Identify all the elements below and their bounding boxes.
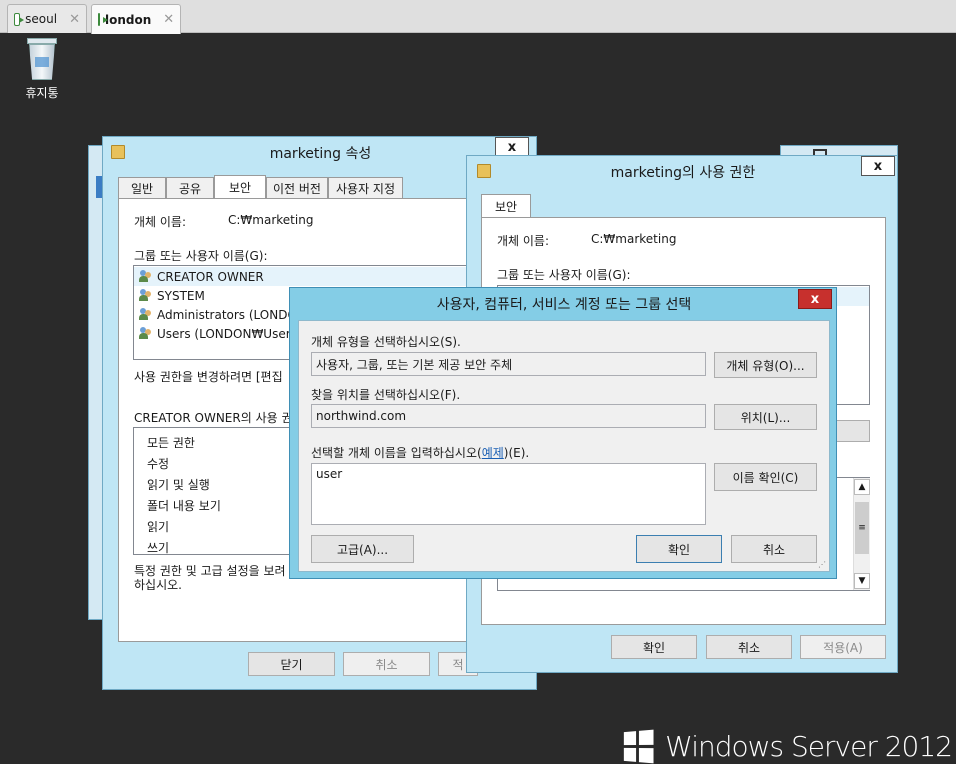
scroll-up-icon[interactable]: ▲ (854, 479, 870, 495)
permission-item: 읽기 (147, 520, 170, 534)
user-group-icon (139, 289, 154, 302)
object-names-label: 선택할 개체 이름을 입력하십시오(예제)(E). (311, 444, 529, 461)
tab-general[interactable]: 일반 (118, 177, 166, 199)
logo-text: Windows Server 2012 (665, 730, 953, 763)
cancel-button[interactable]: 취소 (343, 652, 430, 676)
permission-item: 쓰기 (147, 541, 170, 555)
list-item[interactable]: SYSTEM (139, 289, 205, 303)
tab-security[interactable]: 보안 (481, 194, 531, 218)
dialog-title: marketing의 사용 권한 (610, 165, 756, 181)
user-name: CREATOR OWNER (157, 270, 264, 284)
user-group-icon (139, 327, 154, 340)
scroll-down-icon[interactable]: ▼ (854, 573, 870, 589)
object-type-label: 개체 유형을 선택하십시오(S). (311, 335, 461, 349)
vm-icon (98, 13, 108, 26)
location-label: 찾을 위치를 선택하십시오(F). (311, 388, 461, 402)
vm-tab-label: london (105, 12, 152, 27)
user-group-icon (139, 308, 154, 321)
object-types-button[interactable]: 개체 유형(O)... (714, 352, 817, 378)
cancel-button[interactable]: 취소 (706, 635, 792, 659)
vm-tab-london[interactable]: london ✕ (91, 4, 181, 34)
tab-customize[interactable]: 사용자 지정 (328, 177, 403, 199)
permission-item: 모든 권한 (147, 436, 195, 450)
object-names-label-text: 선택할 개체 이름을 입력하십시오( (311, 446, 482, 460)
close-button[interactable]: x (798, 289, 832, 309)
tab-security[interactable]: 보안 (214, 175, 266, 199)
vm-icon (14, 12, 25, 26)
object-name-label: 개체 이름: (134, 215, 187, 229)
recycle-bin-label: 휴지통 (25, 86, 59, 100)
close-icon[interactable]: ✕ (69, 12, 80, 27)
windows-server-logo: Windows Server 2012 (622, 729, 953, 764)
close-icon[interactable]: ✕ (163, 12, 174, 27)
ok-button[interactable]: 확인 (636, 535, 722, 563)
scrollbar[interactable]: ▲ ≡ ▼ (853, 478, 870, 590)
resize-grip[interactable]: ⋰ (818, 560, 826, 569)
group-label: 그룹 또는 사용자 이름(G): (497, 268, 631, 282)
dialog-title: 사용자, 컴퓨터, 서비스 계정 또는 그룹 선택 (436, 297, 692, 313)
recycle-bin-icon (25, 38, 59, 80)
select-users-dialog: 사용자, 컴퓨터, 서비스 계정 또는 그룹 선택 x 개체 유형을 선택하십시… (289, 287, 837, 579)
locations-button[interactable]: 위치(L)... (714, 404, 817, 430)
tab-previous-versions[interactable]: 이전 버전 (266, 177, 328, 199)
list-item[interactable]: Users (LONDON₩Users) (139, 327, 302, 341)
user-group-icon (139, 270, 154, 283)
vm-tab-seoul[interactable]: seoul ✕ (7, 4, 87, 33)
object-type-field: 사용자, 그룹, 또는 기본 제공 보안 주체 (311, 352, 706, 376)
vm-tab-label: seoul (25, 12, 58, 26)
examples-link[interactable]: 예제 (482, 446, 504, 460)
cancel-button[interactable]: 취소 (731, 535, 817, 563)
advanced-button[interactable]: 고급(A)... (311, 535, 414, 563)
permission-item: 수정 (147, 457, 170, 471)
recycle-bin[interactable]: 휴지통 (16, 38, 68, 101)
list-item[interactable]: Administrators (LONDON (139, 308, 306, 322)
special-permissions-note: 특정 권한 및 고급 설정을 보려 하십시오. (134, 564, 286, 592)
user-name: Users (LONDON₩Users) (157, 327, 302, 341)
tab-sharing[interactable]: 공유 (166, 177, 214, 199)
object-names-label-suffix: )(E). (503, 446, 530, 460)
check-names-button[interactable]: 이름 확인(C) (714, 463, 817, 491)
close-dialog-button[interactable]: 닫기 (248, 652, 335, 676)
permission-item: 읽기 및 실행 (147, 478, 210, 492)
object-name-label: 개체 이름: (497, 234, 550, 248)
ok-button[interactable]: 확인 (611, 635, 697, 659)
object-name-value: C:₩marketing (591, 232, 677, 246)
object-names-input[interactable]: user (311, 463, 706, 525)
edit-note: 사용 권한을 변경하려면 [편집 (134, 370, 283, 384)
list-item[interactable]: CREATOR OWNER (134, 267, 472, 286)
user-name: SYSTEM (157, 289, 205, 303)
scroll-thumb[interactable]: ≡ (855, 502, 869, 554)
close-button[interactable]: x (861, 156, 895, 176)
object-name-value: C:₩marketing (228, 213, 314, 227)
group-label: 그룹 또는 사용자 이름(G): (134, 249, 268, 263)
permission-item: 폴더 내용 보기 (147, 499, 221, 513)
permissions-title: CREATOR OWNER의 사용 권한 (134, 411, 304, 425)
user-name: Administrators (LONDON (157, 308, 306, 322)
vm-tab-bar: seoul ✕ london ✕ (0, 0, 956, 34)
close-button[interactable]: x (495, 137, 529, 157)
location-field: northwind.com (311, 404, 706, 428)
windows-flag-icon (623, 729, 654, 764)
apply-button[interactable]: 적용(A) (800, 635, 886, 659)
